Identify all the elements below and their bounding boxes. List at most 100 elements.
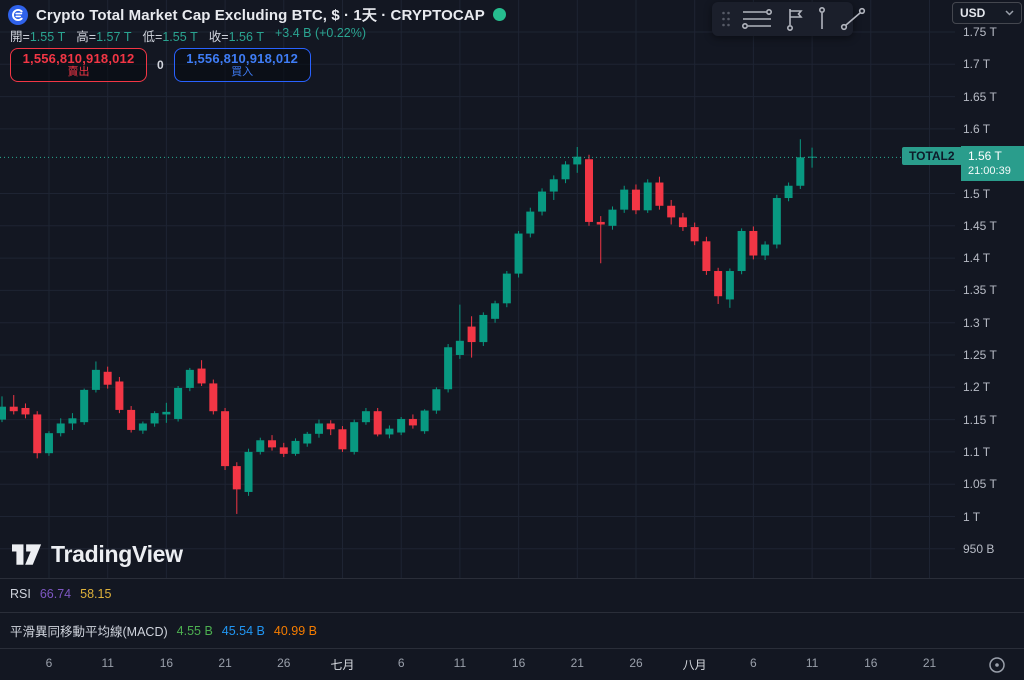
price-axis-label: 1.5 T — [963, 187, 990, 201]
candle-body — [115, 381, 123, 409]
rsi-legend: RSI 66.74 58.15 — [10, 587, 111, 601]
candle-body — [409, 419, 417, 425]
candle-body — [374, 411, 382, 434]
candle-body — [198, 369, 206, 384]
last-price: 1.56 T — [968, 148, 1024, 164]
candle-body — [796, 157, 804, 185]
candle-body — [714, 271, 722, 296]
target-icon[interactable] — [985, 653, 1009, 677]
close-value: 1.56 T — [229, 30, 264, 44]
buy-price: 1,556,810,918,012 — [186, 51, 298, 66]
candle-body — [585, 159, 593, 222]
flag-tool-icon[interactable] — [779, 4, 811, 34]
price-axis-label: 1 T — [963, 510, 980, 524]
time-axis-label: 16 — [864, 656, 877, 670]
currency-dropdown[interactable]: USD — [952, 2, 1022, 24]
time-axis-label: 26 — [277, 656, 290, 670]
candle-body — [127, 410, 135, 430]
time-axis-label: 21 — [923, 656, 936, 670]
price-axis-label: 1.05 T — [963, 477, 997, 491]
candle-body — [632, 190, 640, 211]
candle-body — [256, 440, 264, 452]
candle-body — [702, 241, 710, 271]
price-axis-label: 1.7 T — [963, 57, 990, 71]
pane-separator — [0, 648, 1024, 649]
candle-body — [726, 271, 734, 299]
candle-body — [738, 231, 746, 271]
sell-button[interactable]: 1,556,810,918,012 賣出 — [10, 48, 147, 82]
drag-handle-icon[interactable] — [717, 4, 735, 34]
price-axis-label: 1.25 T — [963, 348, 997, 362]
ohlc-values-row: 開=1.55 T 高=1.57 T 低=1.55 T 收=1.56 T +3.4… — [10, 26, 366, 45]
rsi-label[interactable]: RSI — [10, 587, 31, 601]
candle-body — [292, 441, 300, 454]
candle-body — [456, 341, 464, 355]
candle-body — [785, 186, 793, 198]
price-axis-label: 1.15 T — [963, 413, 997, 427]
pane-separator[interactable] — [0, 578, 1024, 579]
time-axis[interactable]: 611162126七月611162126八月6111621 — [0, 648, 1024, 680]
candle-body — [10, 407, 18, 412]
time-axis-label: 七月 — [330, 656, 354, 673]
pane-separator[interactable] — [0, 612, 1024, 613]
candle-body — [444, 347, 452, 389]
time-axis-label: 6 — [46, 656, 53, 670]
candle-body — [562, 164, 570, 179]
price-axis-label: 1.2 T — [963, 380, 990, 394]
candle-body — [92, 370, 100, 390]
sell-price: 1,556,810,918,012 — [23, 51, 135, 66]
market-status-dot — [493, 8, 506, 21]
candle-body — [21, 408, 29, 414]
candle-body — [80, 390, 88, 422]
candle-body — [620, 190, 628, 210]
spread-value: 0 — [157, 58, 164, 72]
candle-body — [338, 429, 346, 449]
time-axis-label: 16 — [160, 656, 173, 670]
candle-body — [421, 411, 429, 432]
candle-body — [538, 192, 546, 212]
candle-body — [691, 227, 699, 241]
time-axis-label: 11 — [806, 656, 818, 670]
candle-body — [139, 423, 147, 430]
symbol-title[interactable]: Crypto Total Market Cap Excluding BTC, $… — [36, 4, 485, 25]
time-axis-label: 八月 — [683, 656, 707, 673]
trend-line-tool-icon[interactable] — [833, 4, 873, 34]
candle-body — [245, 452, 253, 492]
price-axis[interactable]: 1.75 T1.7 T1.65 T1.6 T1.5 T1.45 T1.4 T1.… — [955, 0, 1024, 648]
macd-label[interactable]: 平滑異同移動平均線(MACD) — [10, 621, 168, 640]
candle-body — [0, 407, 6, 420]
chevron-down-icon — [1005, 10, 1014, 16]
last-price-badge: 1.56 T 21:00:39 — [961, 146, 1024, 181]
candle-body — [33, 414, 41, 453]
candle-body — [68, 418, 76, 423]
candle-body — [397, 419, 405, 433]
candle-body — [761, 245, 769, 256]
candle-body — [479, 315, 487, 342]
candle-body — [45, 433, 53, 453]
price-axis-label: 1.3 T — [963, 316, 990, 330]
open-value: 1.55 T — [30, 30, 65, 44]
candle-body — [526, 212, 534, 234]
candle-body — [644, 183, 652, 211]
candle-body — [57, 423, 65, 433]
candle-body — [174, 388, 182, 419]
candle-body — [655, 183, 663, 206]
candle-body — [749, 231, 757, 256]
macd-value-1: 4.55 B — [177, 624, 213, 638]
macd-value-2: 45.54 B — [222, 624, 265, 638]
candle-body — [515, 234, 523, 274]
candle-body — [221, 411, 229, 466]
time-axis-label: 16 — [512, 656, 525, 670]
macd-legend: 平滑異同移動平均線(MACD) 4.55 B 45.54 B 40.99 B — [10, 621, 317, 640]
candle-body — [327, 423, 335, 429]
buy-button[interactable]: 1,556,810,918,012 買入 — [174, 48, 311, 82]
candle-body — [350, 422, 358, 452]
price-axis-label: 1.45 T — [963, 219, 997, 233]
horizontal-lines-tool-icon[interactable] — [735, 4, 779, 34]
bar-countdown: 21:00:39 — [968, 164, 1024, 179]
tradingview-logo-icon — [12, 543, 42, 567]
candle-body — [679, 217, 687, 227]
vertical-line-tool-icon[interactable] — [811, 4, 833, 34]
candle-body — [362, 411, 370, 422]
candle-body — [315, 423, 323, 433]
